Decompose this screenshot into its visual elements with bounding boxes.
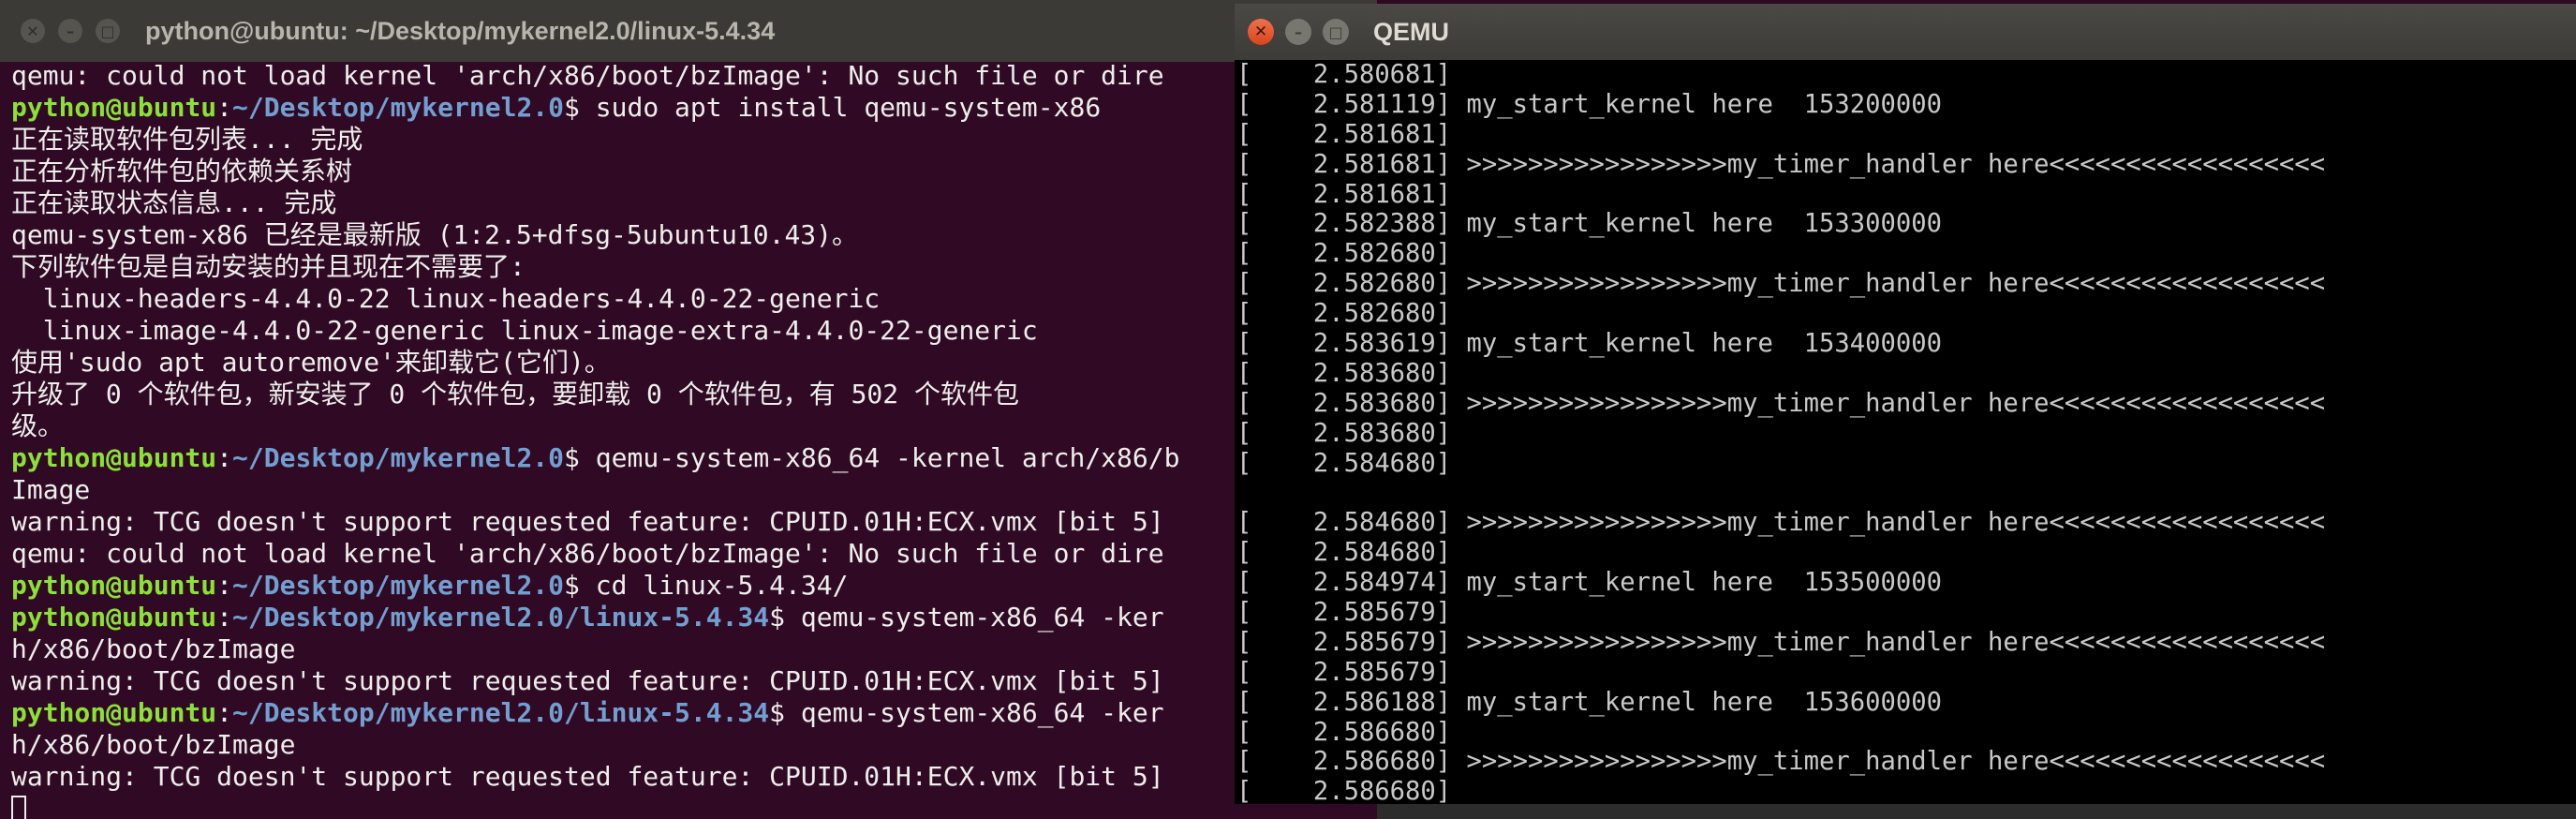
console-line: [ 2.581681]: [1236, 179, 1452, 209]
console-line: [ 2.580681]: [1236, 60, 1452, 89]
qemu-titlebar[interactable]: ✕ – □ QEMU: [1235, 4, 2576, 60]
terminal-line: warning: TCG doesn't support requested f…: [11, 506, 1164, 537]
console-line: [ 2.581119] my_start_kernel here 1532000…: [1236, 89, 1942, 119]
close-icon[interactable]: ✕: [21, 19, 45, 43]
prompt-separator: :: [216, 697, 233, 728]
terminal-line: linux-headers-4.4.0-22 linux-headers-4.4…: [11, 283, 881, 314]
console-line: [ 2.584680]: [1236, 448, 1452, 478]
terminal-line: qemu: could not load kernel 'arch/x86/bo…: [11, 538, 1164, 569]
console-line: [ 2.584680]: [1236, 538, 1452, 568]
terminal-prompt-line: python@ubuntu:~/Desktop/mykernel2.0/linu…: [11, 697, 1377, 729]
terminal-line: qemu-system-x86 已经是最新版 (1:2.5+dfsg-5ubun…: [11, 219, 859, 250]
terminal-line: 级。: [11, 410, 65, 441]
terminal-title: python@ubuntu: ~/Desktop/mykernel2.0/lin…: [145, 17, 776, 45]
terminal-line: 正在读取软件包列表... 完成: [11, 124, 363, 155]
console-line: [ 2.581681]: [1236, 119, 1452, 149]
console-line: [ 2.583619] my_start_kernel here 1534000…: [1236, 329, 1942, 359]
console-line: [ 2.585679] >>>>>>>>>>>>>>>>>my_timer_ha…: [1236, 627, 2326, 657]
console-line: [ 2.585679]: [1236, 657, 1452, 687]
terminal-titlebar[interactable]: ✕ – □ python@ubuntu: ~/Desktop/mykernel2…: [0, 0, 1377, 62]
terminal-window[interactable]: ✕ – □ python@ubuntu: ~/Desktop/mykernel2…: [0, 0, 1377, 819]
console-line: [ 2.582680]: [1236, 239, 1452, 269]
close-icon[interactable]: ✕: [1248, 19, 1274, 45]
prompt-separator: :: [216, 442, 233, 473]
terminal-cursor-line: [11, 793, 1377, 819]
prompt-user: python@ubuntu: [11, 602, 217, 633]
terminal-prompt-line: python@ubuntu:~/Desktop/mykernel2.0/linu…: [11, 602, 1377, 633]
console-line: [ 2.583680] >>>>>>>>>>>>>>>>>my_timer_ha…: [1236, 388, 2326, 418]
prompt-separator: :: [216, 92, 233, 123]
terminal-line: 升级了 0 个软件包，新安装了 0 个软件包，要卸载 0 个软件包，有 502 …: [11, 379, 1020, 410]
prompt-user: python@ubuntu: [11, 442, 217, 473]
prompt-user: python@ubuntu: [11, 92, 217, 123]
console-line: [ 2.582680] >>>>>>>>>>>>>>>>>my_timer_ha…: [1236, 269, 2326, 299]
console-line: [ 2.584680] >>>>>>>>>>>>>>>>>my_timer_ha…: [1236, 508, 2326, 538]
prompt-command: $ cd linux-5.4.34/: [564, 570, 849, 601]
maximize-icon[interactable]: □: [1323, 19, 1349, 45]
prompt-command: $ sudo apt install qemu-system-x86: [564, 92, 1102, 123]
minimize-icon[interactable]: –: [58, 19, 82, 43]
prompt-path: ~/Desktop/mykernel2.0: [232, 92, 565, 123]
prompt-path: ~/Desktop/mykernel2.0: [232, 570, 565, 601]
terminal-line: 使用'sudo apt autoremove'来卸载它(它们)。: [11, 347, 611, 378]
console-line: [ 2.586680]: [1236, 717, 1452, 747]
console-line: [ 2.582680]: [1236, 299, 1452, 329]
prompt-user: python@ubuntu: [11, 697, 217, 728]
prompt-separator: :: [216, 570, 233, 601]
terminal-output[interactable]: qemu: could not load kernel 'arch/x86/bo…: [11, 60, 1377, 819]
maximize-icon[interactable]: □: [96, 19, 120, 43]
qemu-window[interactable]: ✕ – □ QEMU [ 2.580681][ 2.581119] my_sta…: [1235, 4, 2576, 804]
prompt-command: $ qemu-system-x86_64 -ker: [769, 697, 1164, 728]
terminal-line: 正在分析软件包的依赖关系树: [11, 156, 353, 186]
console-line: [ 2.583680]: [1236, 358, 1452, 388]
console-line: [ 2.581681] >>>>>>>>>>>>>>>>>my_timer_ha…: [1236, 149, 2326, 179]
console-line: [ 2.586188] my_start_kernel here 1536000…: [1236, 687, 1942, 717]
qemu-screen[interactable]: [ 2.580681][ 2.581119] my_start_kernel h…: [1235, 60, 2576, 804]
terminal-line: warning: TCG doesn't support requested f…: [11, 665, 1164, 696]
terminal-line: h/x86/boot/bzImage: [11, 633, 296, 664]
qemu-title: QEMU: [1373, 18, 1449, 46]
prompt-path: ~/Desktop/mykernel2.0: [232, 442, 565, 473]
minimize-icon[interactable]: –: [1285, 19, 1311, 45]
prompt-user: python@ubuntu: [11, 570, 217, 601]
terminal-line: 下列软件包是自动安装的并且现在不需要了:: [11, 251, 526, 282]
terminal-line: warning: TCG doesn't support requested f…: [11, 761, 1164, 792]
console-line: [ 2.583680]: [1236, 418, 1452, 448]
console-line: [ 2.584974] my_start_kernel here 1535000…: [1236, 568, 1942, 598]
prompt-separator: :: [216, 602, 233, 633]
prompt-path: ~/Desktop/mykernel2.0/linux-5.4.34: [232, 697, 770, 728]
desktop-strip: [1377, 804, 2576, 819]
prompt-command: $ qemu-system-x86_64 -kernel arch/x86/b: [564, 442, 1180, 473]
console-line: [ 2.585679]: [1236, 598, 1452, 628]
text-cursor: [11, 796, 26, 819]
terminal-line: qemu: could not load kernel 'arch/x86/bo…: [11, 60, 1164, 91]
console-line: [ 2.586680]: [1236, 777, 1452, 804]
prompt-command: $ qemu-system-x86_64 -ker: [769, 602, 1164, 633]
prompt-path: ~/Desktop/mykernel2.0/linux-5.4.34: [232, 602, 770, 633]
console-line: [ 2.586680] >>>>>>>>>>>>>>>>>my_timer_ha…: [1236, 747, 2326, 777]
terminal-line: h/x86/boot/bzImage: [11, 729, 296, 760]
terminal-line: linux-image-4.4.0-22-generic linux-image…: [11, 315, 1038, 346]
console-line: [ 2.582388] my_start_kernel here 1533000…: [1236, 209, 1942, 239]
terminal-prompt-line: python@ubuntu:~/Desktop/mykernel2.0$ sud…: [11, 92, 1377, 124]
terminal-prompt-line: python@ubuntu:~/Desktop/mykernel2.0$ qem…: [11, 442, 1377, 474]
terminal-line: 正在读取状态信息... 完成: [11, 187, 337, 218]
terminal-line: Image: [11, 474, 91, 505]
terminal-prompt-line: python@ubuntu:~/Desktop/mykernel2.0$ cd …: [11, 570, 1377, 602]
qemu-console-output: [ 2.580681][ 2.581119] my_start_kernel h…: [1236, 60, 2325, 804]
